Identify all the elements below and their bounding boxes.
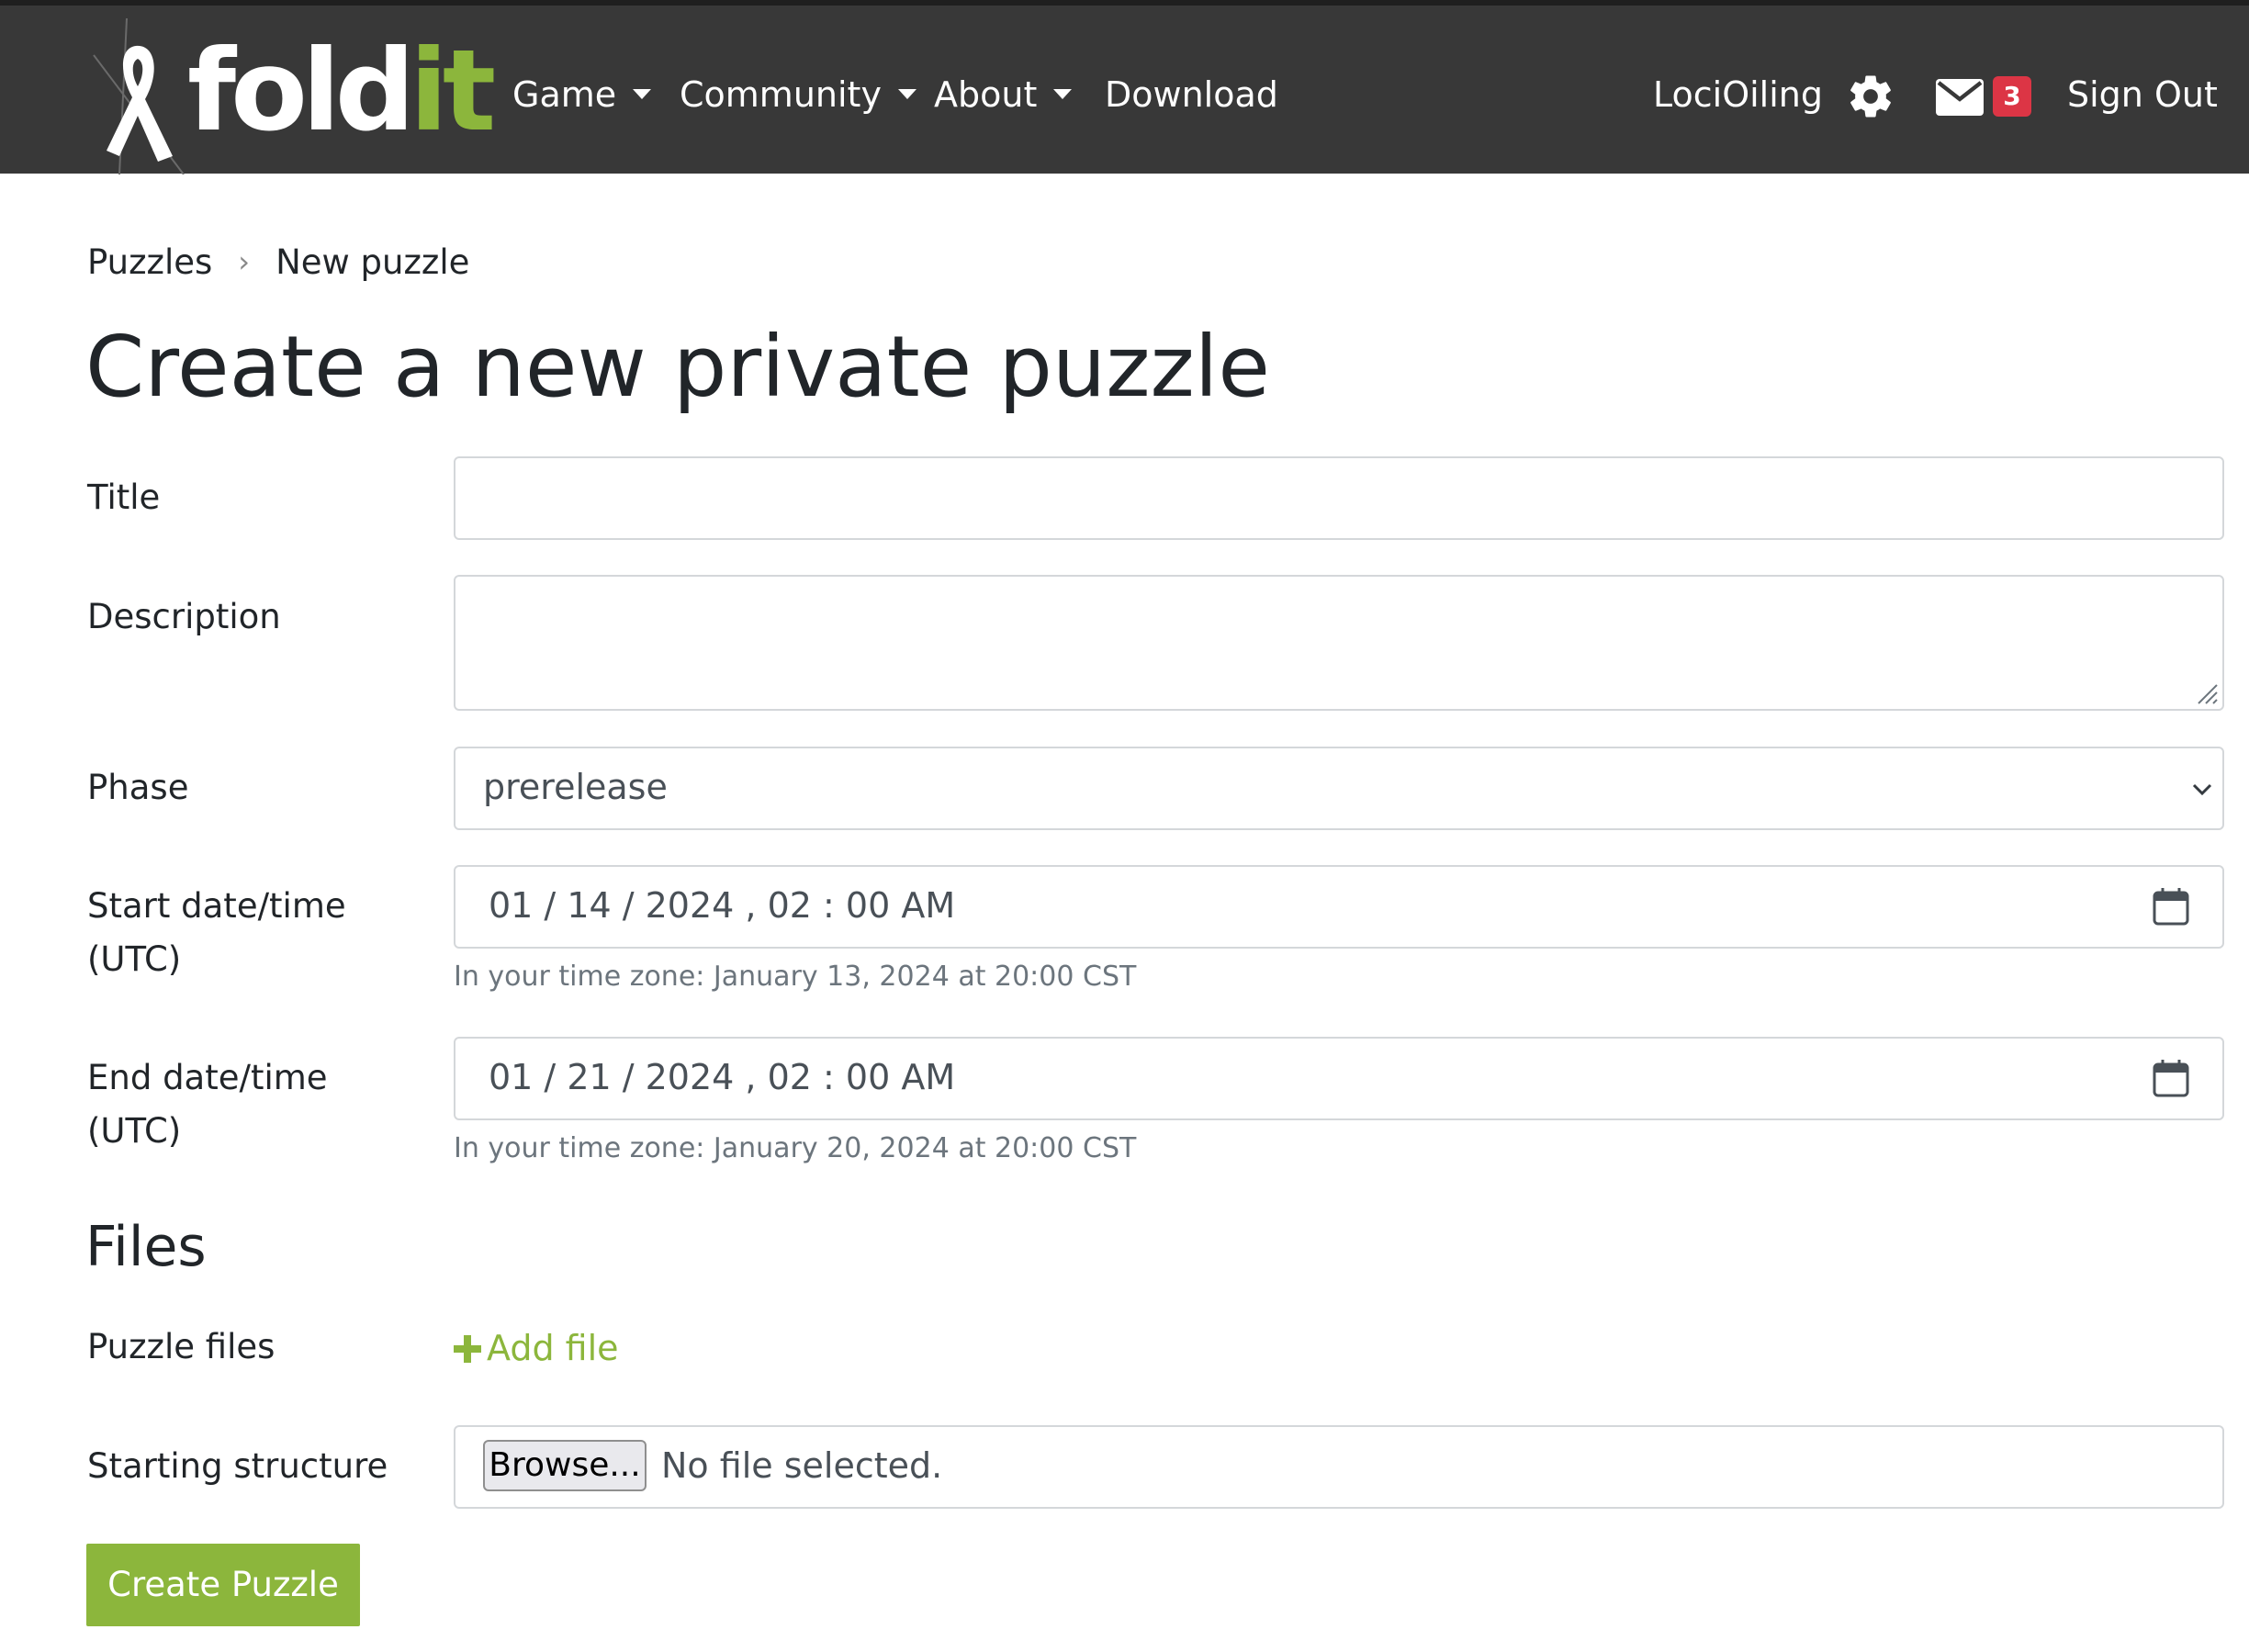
add-file-label: Add file	[487, 1328, 619, 1368]
breadcrumb: Puzzles › New puzzle	[87, 237, 469, 287]
page-title: Create a new private puzzle	[85, 318, 1270, 416]
end-timezone-help: In your time zone: January 20, 2024 at 2…	[454, 1132, 1137, 1164]
nav-link-download-label: Download	[1105, 74, 1278, 115]
nav-link-download[interactable]: Download	[1105, 72, 1278, 118]
envelope-icon[interactable]	[1936, 79, 1984, 116]
logo-word-fold: fold	[187, 26, 415, 156]
nav-menu-about-label: About	[934, 74, 1038, 115]
end-datetime-label-line1: End date/time	[87, 1058, 328, 1097]
caret-down-icon	[1053, 89, 1073, 99]
breadcrumb-separator: ›	[238, 244, 251, 279]
calendar-icon[interactable]	[2153, 1059, 2189, 1097]
phase-label: Phase	[87, 768, 189, 807]
start-datetime-label: Start date/time (UTC)	[87, 880, 346, 986]
browse-button[interactable]: Browse...	[483, 1440, 647, 1491]
create-puzzle-button[interactable]: Create Puzzle	[86, 1544, 360, 1626]
nav-menu-game-label: Game	[512, 74, 617, 115]
description-textarea[interactable]	[454, 575, 2224, 711]
files-heading: Files	[85, 1215, 207, 1279]
title-input[interactable]	[454, 456, 2224, 540]
gear-icon[interactable]	[1846, 72, 1895, 121]
start-datetime-label-line1: Start date/time	[87, 886, 346, 926]
nav-menu-game[interactable]: Game	[512, 72, 652, 118]
puzzle-files-label: Puzzle files	[87, 1327, 276, 1366]
nav-menu-community-label: Community	[680, 74, 882, 115]
foldit-logo[interactable]: foldit	[92, 18, 496, 174]
sign-out-link[interactable]: Sign Out	[2067, 72, 2218, 118]
phase-select[interactable]: prerelease	[454, 747, 2224, 830]
end-datetime-input[interactable]: 01 / 21 / 2024 , 02 : 00 AM	[454, 1037, 2224, 1120]
username-link[interactable]: LociOiling	[1653, 72, 1823, 118]
nav-menu-community[interactable]: Community	[680, 72, 916, 118]
chevron-down-icon	[2192, 783, 2212, 796]
breadcrumb-puzzles[interactable]: Puzzles	[87, 242, 212, 282]
nav-menu-about[interactable]: About	[934, 72, 1073, 118]
calendar-icon[interactable]	[2153, 887, 2189, 926]
start-datetime-input[interactable]: 01 / 14 / 2024 , 02 : 00 AM	[454, 865, 2224, 949]
start-timezone-help: In your time zone: January 13, 2024 at 2…	[454, 961, 1137, 993]
breadcrumb-current: New puzzle	[276, 242, 470, 282]
top-navbar: foldit Game Community About Download Loc…	[0, 0, 2249, 174]
end-datetime-value: 01 / 21 / 2024 , 02 : 00 AM	[489, 1057, 956, 1097]
phase-select-value: prerelease	[483, 767, 668, 807]
title-label: Title	[87, 478, 161, 517]
end-datetime-label-line2: (UTC)	[87, 1111, 182, 1151]
description-label: Description	[87, 597, 281, 636]
end-datetime-label: End date/time (UTC)	[87, 1051, 328, 1158]
ribbon-icon	[93, 18, 185, 174]
start-datetime-value: 01 / 14 / 2024 , 02 : 00 AM	[489, 885, 956, 926]
logo-word-it: it	[410, 26, 496, 156]
plus-icon	[454, 1335, 481, 1363]
add-file-link[interactable]: Add file	[454, 1320, 619, 1376]
starting-structure-file-input[interactable]: Browse... No file selected.	[454, 1425, 2224, 1509]
starting-structure-label: Starting structure	[87, 1446, 388, 1486]
start-datetime-label-line2: (UTC)	[87, 939, 182, 979]
caret-down-icon	[633, 89, 652, 99]
logo-wordmark: foldit	[187, 22, 496, 160]
mail-count-badge: 3	[1993, 76, 2031, 117]
resize-handle-icon[interactable]	[2195, 681, 2219, 705]
caret-down-icon	[897, 89, 916, 99]
no-file-selected-text: No file selected.	[661, 1445, 943, 1486]
